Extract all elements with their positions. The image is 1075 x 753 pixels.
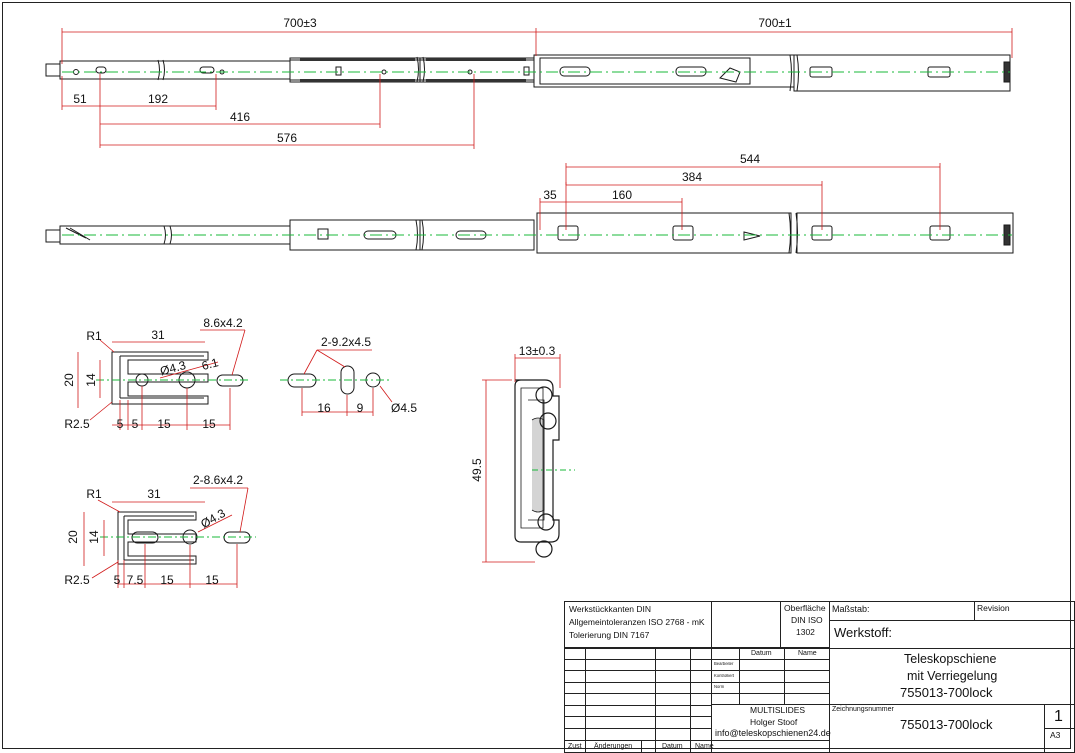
footer-zust: Zust (568, 743, 582, 750)
dim-c-20: 20 (66, 530, 80, 544)
dim-top-total-left: 700±3 (283, 16, 317, 30)
surface-line-1: Oberfläche (784, 603, 826, 613)
dim-a-r1: R1 (86, 329, 102, 343)
revision-grid-row (564, 705, 712, 717)
surface-line-3: 1302 (796, 627, 815, 637)
footer-name-cell (711, 740, 830, 753)
dim-section-height: 49.5 (470, 458, 484, 482)
dim-a-5a: 5 (117, 417, 124, 431)
drawing-no: 755013-700lock (900, 717, 993, 732)
side-view-rail (45, 212, 1014, 254)
dim-top-576: 576 (277, 131, 297, 145)
surface-line-2: DIN ISO (791, 615, 823, 625)
dim-b-16: 16 (317, 401, 331, 415)
dim-c-r1: R1 (86, 487, 102, 501)
dim-a-r25: R2.5 (64, 417, 90, 431)
dim-c-14: 14 (87, 530, 101, 544)
dim-section-width: 13±0.3 (519, 344, 556, 358)
dim-side-160: 160 (612, 188, 632, 202)
dim-b-slots: 2-9.2x4.5 (321, 335, 371, 349)
drawing-no-label: Zeichnungsnummer (832, 706, 894, 713)
title-block: Werkstückkanten DIN Allgemeintoleranzen … (564, 601, 1075, 753)
dim-top-416: 416 (230, 110, 250, 124)
dim-side-384: 384 (682, 170, 702, 184)
footer-datum: Datum (662, 743, 683, 750)
dim-c-slots: 2-8.6x4.2 (193, 473, 243, 487)
scale-label: Maßstab: (832, 604, 870, 614)
dim-a-15b: 15 (202, 417, 216, 431)
side-dimensions (539, 163, 941, 230)
dim-a-20: 20 (62, 373, 76, 387)
dim-c-15a: 15 (160, 573, 174, 587)
company-name: MULTISLIDES (750, 705, 806, 715)
row-kontrolliert: Kontrolliert (714, 674, 735, 679)
col-name: Name (798, 650, 817, 657)
dim-c-15b: 15 (205, 573, 219, 587)
dim-c-75: 7.5 (127, 573, 144, 587)
revision-grid-row (564, 682, 712, 694)
dim-side-35: 35 (543, 188, 557, 202)
dim-a-14: 14 (84, 373, 98, 387)
detail-c (117, 511, 251, 565)
sheet-format: A3 (1050, 730, 1061, 740)
dim-c-5: 5 (114, 573, 121, 587)
cross-section (514, 379, 560, 558)
dim-a-d43: Ø4.3 (159, 358, 188, 378)
title-line-1: Teleskopschiene (904, 652, 997, 666)
col-datum: Datum (751, 650, 772, 657)
top-view-rail (45, 54, 1011, 92)
top-dimensions (61, 28, 1013, 149)
footer-name: Name (695, 743, 714, 750)
dim-top-51: 51 (73, 92, 87, 106)
sheet-number: 1 (1054, 708, 1063, 725)
general-line-2: Allgemeintoleranzen ISO 2768 - mK (569, 617, 705, 627)
dim-c-r25: R2.5 (64, 573, 90, 587)
dim-a-15a: 15 (157, 417, 171, 431)
row-bearbeiter: Bearbeiter (714, 662, 734, 667)
dim-a-31: 31 (151, 328, 165, 342)
dim-top-192: 192 (148, 92, 168, 106)
title-line-3: 755013-700lock (900, 685, 993, 700)
blank-cell (711, 601, 781, 648)
row-norm: Norm (714, 685, 725, 690)
general-line-1: Werkstückkanten DIN (569, 604, 652, 614)
material-label: Werkstoff: (834, 625, 893, 640)
footer-aenderungen: Änderungen (594, 743, 633, 750)
dim-top-total-right: 700±1 (758, 16, 792, 30)
dim-c-d43: Ø4.3 (198, 506, 228, 531)
dim-side-544: 544 (740, 152, 760, 166)
approval-grid-row (711, 682, 830, 694)
dim-b-d45: Ø4.5 (391, 401, 417, 415)
company-person: Holger Stoof (750, 717, 798, 727)
general-line-3: Tolerierung DIN 7167 (569, 630, 650, 640)
dim-a-5b: 5 (132, 417, 139, 431)
dim-b-9: 9 (357, 401, 364, 415)
company-email: info@teleskopschienen24.de (715, 728, 831, 738)
dim-a-slot: 8.6x4.2 (203, 316, 243, 330)
revision-label: Revision (977, 603, 1010, 613)
revision-grid-row (564, 659, 712, 671)
title-line-2: mit Verriegelung (907, 669, 998, 683)
dim-c-31: 31 (147, 487, 161, 501)
dim-a-61: 6.1 (200, 355, 220, 373)
